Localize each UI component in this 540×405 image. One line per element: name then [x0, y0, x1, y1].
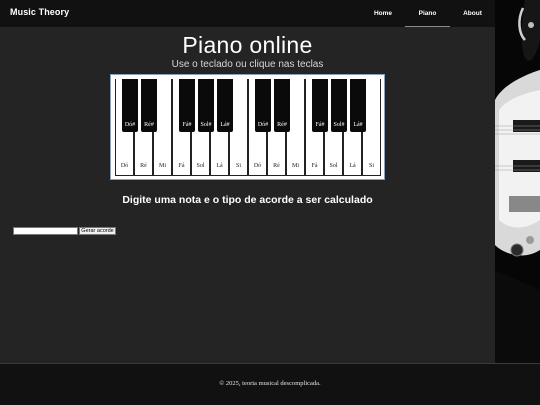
nav-link-about[interactable]: About — [450, 0, 495, 27]
footer-copyright: © 2025, teoria musical descomplicada. — [219, 380, 321, 387]
piano-black-key[interactable]: Ré# — [274, 79, 290, 132]
key-label: Ré# — [277, 122, 287, 128]
main-content: Piano online Use o teclado ou clique nas… — [0, 27, 495, 363]
note-input[interactable] — [13, 227, 78, 235]
key-label: Ré — [140, 163, 147, 169]
page-footer: © 2025, teoria musical descomplicada. — [0, 363, 540, 405]
key-label: Lá# — [220, 122, 230, 128]
key-label: Lá — [349, 163, 356, 169]
nav-link-piano[interactable]: Piano — [405, 0, 450, 27]
top-navbar: Music Theory Home Piano About — [0, 0, 495, 27]
key-label: Dó — [120, 163, 129, 169]
site-brand[interactable]: Music Theory — [10, 7, 69, 17]
key-label: Fá# — [315, 122, 325, 128]
key-label: Sol — [329, 163, 338, 169]
page-subtitle: Use o teclado ou clique nas teclas — [171, 59, 324, 70]
piano-black-key[interactable]: Ré# — [141, 79, 157, 132]
key-label: Mi — [158, 163, 166, 169]
key-label: Fá — [178, 163, 185, 169]
key-label: Sol — [196, 163, 205, 169]
piano-black-key[interactable]: Fá# — [312, 79, 328, 132]
piano-black-key[interactable]: Dó# — [255, 79, 271, 132]
key-label: Sol# — [200, 122, 212, 128]
piano-black-key[interactable]: Lá# — [217, 79, 233, 132]
key-label: Ré# — [144, 122, 154, 128]
chord-prompt: Digite uma nota e o tipo de acorde a ser… — [122, 194, 373, 206]
key-label: Dó# — [257, 122, 269, 128]
piano-black-key[interactable]: Fá# — [179, 79, 195, 132]
piano-keyboard: Dó Ré Mi Fá Sol Lá Si Dó Ré Mi Fá Sol Lá… — [110, 74, 385, 180]
page-title: Piano online — [182, 32, 313, 58]
key-label: Ré — [273, 163, 280, 169]
key-label: Si — [368, 163, 374, 169]
guitar-photo — [495, 0, 540, 363]
piano-black-key[interactable]: Dó# — [122, 79, 138, 132]
key-label: Dó — [253, 163, 262, 169]
key-label: Lá# — [353, 122, 363, 128]
key-label: Fá# — [182, 122, 192, 128]
key-label: Fá — [311, 163, 318, 169]
key-label: Sol# — [333, 122, 345, 128]
key-label: Dó# — [124, 122, 136, 128]
key-label: Lá — [216, 163, 223, 169]
key-label: Si — [235, 163, 241, 169]
piano-black-key[interactable]: Sol# — [198, 79, 214, 132]
key-label: Mi — [291, 163, 299, 169]
piano-black-key[interactable]: Lá# — [350, 79, 366, 132]
generate-chord-button[interactable]: Gerar acorde — [79, 227, 116, 235]
piano-black-key[interactable]: Sol# — [331, 79, 347, 132]
nav-link-home[interactable]: Home — [362, 0, 404, 27]
